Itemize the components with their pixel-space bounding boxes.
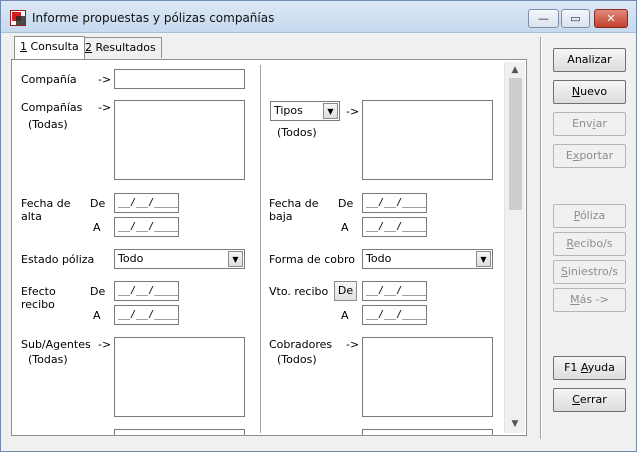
vto-recibo-a-label: A [341,309,349,322]
compania-arrow: -> [98,73,112,86]
cerrar-button[interactable]: Cerrar [553,388,626,412]
fecha-alta-de-label: De [90,197,106,210]
efecto-recibo-de-input[interactable]: __/__/____ [114,281,179,301]
forma-cobro-label: Forma de cobro [269,253,355,266]
side-separator [540,37,542,439]
scroll-thumb[interactable] [509,78,522,210]
column-divider [260,65,261,433]
tipos-list[interactable] [362,100,493,180]
fecha-baja-de-label: De [338,197,354,210]
cobradores-arrow: -> [346,338,360,351]
estado-poliza-select[interactable]: Todo ▼ [114,249,245,269]
tipos-arrow: -> [346,105,360,118]
exportar-button[interactable]: Exportar [553,144,626,168]
vertical-scrollbar[interactable]: ▲ ▼ [504,62,525,433]
report-window: Informe propuestas y pólizas compañías —… [0,0,637,452]
partial-input-right[interactable] [362,429,493,435]
efecto-recibo-de-label: De [90,285,106,298]
subagentes-todas-label: (Todas) [28,353,68,366]
fecha-baja-a-input[interactable]: __/__/____ [362,217,427,237]
partial-input-left[interactable] [114,429,245,435]
forma-cobro-value: Todo [366,252,392,265]
estado-poliza-label: Estado póliza [21,253,95,266]
tipos-select[interactable]: Tipos ▼ [270,101,340,121]
ayuda-button[interactable]: F1 Ayuda [553,356,626,380]
scroll-down-icon[interactable]: ▼ [505,416,525,433]
fecha-baja-a-label: A [341,221,349,234]
forma-cobro-select[interactable]: Todo ▼ [362,249,493,269]
scroll-up-icon[interactable]: ▲ [505,62,525,79]
subagentes-label: Sub/Agentes [21,338,91,351]
maximize-button[interactable]: ▭ [561,9,590,28]
efecto-recibo-label: Efecto recibo [21,285,56,311]
nuevo-button[interactable]: Nuevo [553,80,626,104]
enviar-button[interactable]: Enviar [553,112,626,136]
compania-label: Compañía [21,73,77,86]
tab-consulta[interactable]: 1 Consulta [14,36,85,59]
vto-recibo-label: Vto. recibo [269,285,329,298]
vto-recibo-de-button[interactable]: De [334,281,357,301]
analizar-button[interactable]: Analizar [553,48,626,72]
fecha-alta-de-input[interactable]: __/__/____ [114,193,179,213]
recibos-button[interactable]: Recibo/s [553,232,626,256]
minimize-button[interactable]: — [528,9,559,28]
efecto-recibo-a-label: A [93,309,101,322]
title-bar[interactable]: Informe propuestas y pólizas compañías —… [1,1,636,33]
compania-input[interactable] [114,69,245,89]
vto-recibo-a-input[interactable]: __/__/____ [362,305,427,325]
companias-label: Compañías [21,101,83,114]
subagentes-list[interactable] [114,337,245,417]
cobradores-todos-label: (Todos) [277,353,317,366]
companias-arrow: -> [98,101,112,114]
chevron-down-icon[interactable]: ▼ [323,103,338,119]
subagentes-arrow: -> [98,338,112,351]
poliza-button[interactable]: Póliza [553,204,626,228]
fecha-alta-label: Fecha de alta [21,197,71,223]
consulta-panel: Compañía -> Compañías -> (Todas) Fecha d… [11,59,527,436]
siniestros-button[interactable]: Siniestro/s [553,260,626,284]
companias-todas-label: (Todas) [28,118,68,131]
fecha-baja-de-input[interactable]: __/__/____ [362,193,427,213]
efecto-recibo-a-input[interactable]: __/__/____ [114,305,179,325]
tab-resultados[interactable]: 2 Resultados [79,37,162,58]
window-title: Informe propuestas y pólizas compañías [32,11,275,25]
fecha-alta-a-label: A [93,221,101,234]
tipos-todos-label: (Todos) [277,126,317,139]
vto-recibo-de-input[interactable]: __/__/____ [362,281,427,301]
cobradores-list[interactable] [362,337,493,417]
chevron-down-icon[interactable]: ▼ [476,251,491,267]
chevron-down-icon[interactable]: ▼ [228,251,243,267]
tipos-value: Tipos [274,104,303,117]
fecha-baja-label: Fecha de baja [269,197,319,223]
cobradores-label: Cobradores [269,338,333,351]
close-button[interactable]: ✕ [594,9,628,28]
fecha-alta-a-input[interactable]: __/__/____ [114,217,179,237]
mas-button[interactable]: Más -> [553,288,626,312]
estado-poliza-value: Todo [118,252,144,265]
companias-list[interactable] [114,100,245,180]
app-icon [10,10,26,26]
